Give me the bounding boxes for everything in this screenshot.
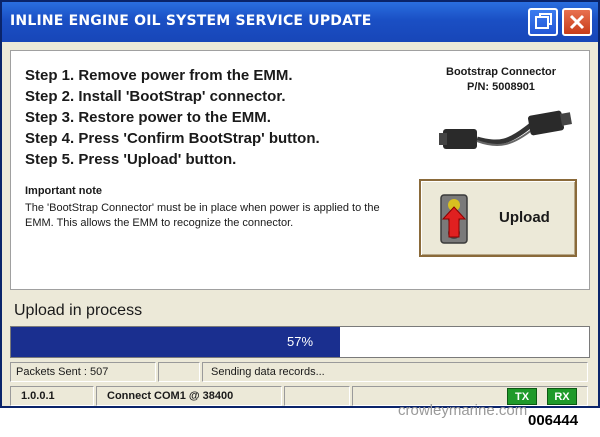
status-spacer-cell: [158, 362, 200, 382]
version-cell: 1.0.0.1: [10, 386, 94, 406]
title-bar[interactable]: INLINE ENGINE OIL SYSTEM SERVICE UPDATE: [2, 2, 598, 42]
bootstrap-connector-image: [439, 110, 572, 149]
restore-button[interactable]: [528, 8, 558, 36]
upload-button[interactable]: Upload: [419, 179, 577, 257]
upload-progress-bar: 57%: [10, 326, 590, 358]
figure-code: 006444: [528, 412, 579, 429]
steps-list: Step 1. Remove power from the EMM. Step …: [25, 65, 320, 170]
connector-label: Bootstrap Connector: [446, 66, 556, 78]
packets-sent-cell: Packets Sent : 507: [10, 362, 156, 382]
traffic-light-upload-icon: [440, 194, 468, 244]
connector-part-number: P/N: 5008901: [467, 81, 535, 93]
window-title: INLINE ENGINE OIL SYSTEM SERVICE UPDATE: [10, 13, 372, 29]
status-message-cell: Sending data records...: [202, 362, 588, 382]
upload-button-label: Upload: [499, 209, 550, 226]
progress-percent-text: 57%: [286, 334, 314, 349]
step-2: Step 2. Install 'BootStrap' connector.: [25, 88, 286, 105]
upload-status-label: Upload in process: [14, 302, 143, 319]
step-4: Step 4. Press 'Confirm BootStrap' button…: [25, 130, 320, 147]
instruction-panel: Step 1. Remove power from the EMM. Step …: [10, 50, 590, 290]
watermark-text: crowleymarine.com: [398, 402, 528, 419]
step-3: Step 3. Restore power to the EMM.: [25, 109, 271, 126]
important-note-text: The 'BootStrap Connector' must be in pla…: [25, 202, 380, 229]
close-button[interactable]: [562, 8, 592, 36]
close-icon: [569, 14, 585, 30]
restore-window-icon: [535, 13, 552, 29]
connection-cell: Connect COM1 @ 38400: [96, 386, 282, 406]
rx-indicator: RX: [547, 388, 577, 405]
important-note-heading: Important note: [25, 185, 102, 197]
step-1: Step 1. Remove power from the EMM.: [25, 67, 293, 84]
service-update-window: INLINE ENGINE OIL SYSTEM SERVICE UPDATE …: [0, 0, 600, 408]
connector-caption: Bootstrap Connector P/N: 5008901: [421, 65, 581, 95]
step-5: Step 5. Press 'Upload' button.: [25, 151, 237, 168]
status-blank-cell: [284, 386, 350, 406]
